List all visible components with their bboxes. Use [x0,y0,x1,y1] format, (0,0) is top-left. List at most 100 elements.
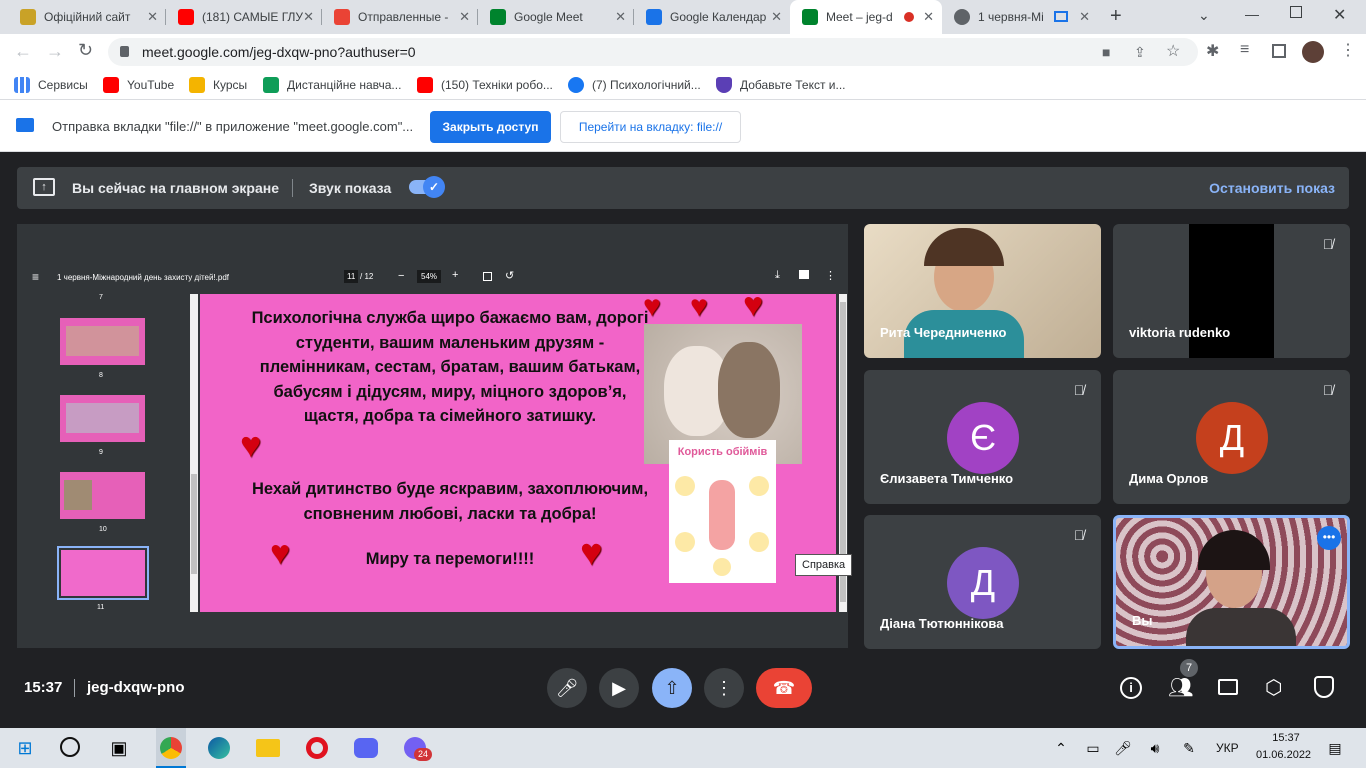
bookmark-youtube[interactable]: YouTube [103,77,174,93]
participant-tile[interactable]: Рита Чередниченко [864,224,1101,358]
pen-icon[interactable]: ✎ [1176,736,1202,760]
notifications-icon[interactable]: ▤ [1322,736,1348,760]
present-button[interactable]: ⇧ [652,668,692,708]
windows-start-icon[interactable]: ⊞ [12,736,38,760]
people-icon[interactable]: 👥︎ [1168,675,1193,700]
side-panel-icon[interactable] [1272,44,1286,58]
bookmark-add-text[interactable]: Добавьте Текст и... [716,77,846,93]
language-indicator[interactable]: УКР [1216,741,1239,755]
zoom-level[interactable]: 54% [417,270,442,283]
zoom-out-icon[interactable]: − [398,270,404,282]
host-controls-icon[interactable] [1314,676,1334,698]
camera-button[interactable]: ▶︎ [599,668,639,708]
tooltip: Справка [795,554,853,576]
fit-page-icon[interactable] [483,272,492,281]
tab-4[interactable]: Google Meet ✕ [478,0,634,34]
tab-5[interactable]: Google Календар ✕ [634,0,790,34]
tab-7[interactable]: 1 червня-Мі ✕ [942,0,1098,34]
go-to-tab-button[interactable]: Перейти на вкладку: file:// [560,111,741,143]
sound-toggle[interactable]: ✓ [409,176,445,198]
task-view-icon[interactable]: ▣ [106,736,132,760]
tab-sharing-bar: Отправка вкладки "file://" в приложение … [0,100,1366,152]
close-icon[interactable]: ✕ [771,9,782,25]
avatar[interactable] [1302,41,1324,63]
media-icon[interactable]: ≡ [1240,41,1249,59]
close-icon[interactable]: ✕ [923,9,934,25]
tab-active[interactable]: Meet – jeg-d ✕ [790,0,942,34]
thumbnail[interactable] [60,472,145,519]
thumbnail[interactable] [60,395,145,442]
participant-tile[interactable]: Є 🎙̸ Єлизавета Тимченко [864,370,1101,504]
search-icon[interactable] [60,737,80,757]
camera-icon[interactable]: ■ [1102,38,1110,66]
stop-presenting-button[interactable]: Остановить показ [1209,180,1335,196]
facebook-icon [568,77,584,93]
activities-icon[interactable]: ⬡ [1265,675,1282,700]
chat-icon[interactable] [1218,679,1238,695]
participant-tile[interactable]: Д 🎙̸ Дима Орлов [1113,370,1350,504]
back-icon[interactable]: ← [14,41,32,62]
file-explorer-icon[interactable] [256,739,280,757]
download-icon[interactable]: ⤓ [775,269,780,282]
tab-2[interactable]: (181) САМЫЕ ГЛУ ✕ [166,0,322,34]
microphone-button[interactable]: 🎤︎ [547,668,587,708]
more-options-button[interactable]: ⋮ [704,668,744,708]
tab-1[interactable]: Офіційний сайт ✕ [8,0,166,34]
more-icon[interactable]: ⋮ [825,269,836,282]
new-tab-icon[interactable]: + [1110,5,1122,28]
menu-icon[interactable]: ⋮ [1340,40,1356,60]
volume-icon[interactable]: 🔊︎ [1142,736,1168,760]
video-camera-icon: ▶︎ [612,678,626,698]
bookmark-label: Сервисы [38,78,88,92]
presenting-bar: ↑ Вы сейчас на главном экране Звук показ… [17,167,1349,209]
tab-title: Отправленные - [358,10,449,24]
close-icon[interactable]: ✕ [303,9,314,25]
battery-icon[interactable]: ▭ [1080,736,1106,760]
print-icon[interactable] [799,270,809,279]
restore-icon[interactable] [1290,6,1302,18]
star-icon[interactable]: ☆ [1166,38,1180,66]
participant-tile[interactable]: 🎙̸ viktoria rudenko [1113,224,1350,358]
address-bar[interactable]: meet.google.com/jeg-dxqw-pno?authuser=0 … [108,38,1198,66]
close-icon[interactable]: ✕ [459,9,470,25]
zoom-in-icon[interactable]: + [452,269,458,281]
info-icon[interactable]: i [1120,677,1142,699]
extensions-icon[interactable]: ✱ [1206,41,1219,61]
self-tile[interactable]: ••• Вы [1113,515,1350,649]
chrome-taskbar-button[interactable] [156,728,186,768]
thumbnail[interactable] [60,318,145,365]
clock-time[interactable]: 15:37 [1266,732,1306,744]
youtube-icon [103,77,119,93]
scrollbar[interactable] [190,294,198,612]
tab-title: 1 червня-Мі [978,10,1044,24]
close-icon[interactable]: ✕ [615,9,626,25]
minimize-icon[interactable]: — [1245,6,1259,22]
thumbnail-active[interactable] [57,546,149,600]
bookmark-techniques[interactable]: (150) Техніки робо... [417,77,553,93]
sharing-message: Отправка вкладки "file://" в приложение … [52,119,414,134]
stop-sharing-button[interactable]: Закрыть доступ [430,111,551,143]
rotate-icon[interactable]: ↺ [505,269,514,282]
menu-icon[interactable]: ≡ [32,270,39,284]
bookmark-psychology[interactable]: (7) Психологічний... [568,77,701,93]
bookmark-courses[interactable]: Курсы [189,77,247,93]
opera-icon[interactable] [306,737,328,759]
close-icon[interactable]: ✕ [1079,9,1090,25]
discord-icon[interactable] [354,738,378,758]
tab-search-icon[interactable]: ⌄ [1198,7,1210,24]
window-close-icon[interactable]: ✕ [1333,5,1346,25]
forward-icon[interactable]: → [46,41,64,62]
participant-tile[interactable]: Д 🎙̸ Діана Тютюннікова [864,515,1101,649]
page-input[interactable]: 11 [344,270,359,283]
tab-3[interactable]: Отправленные - ✕ [322,0,478,34]
reload-icon[interactable]: ↻ [78,40,93,61]
close-icon[interactable]: ✕ [147,9,158,25]
bookmark-apps[interactable]: Сервисы [14,77,88,93]
clock-date[interactable]: 01.06.2022 [1256,749,1311,761]
share-icon[interactable]: ⇪ [1134,38,1146,66]
leave-call-button[interactable]: ☎︎ [756,668,812,708]
microphone-tray-icon[interactable]: 🎤︎ [1110,736,1136,760]
bookmark-distance[interactable]: Дистанційне навча... [263,77,401,93]
edge-icon[interactable] [208,737,230,759]
chevron-up-icon[interactable]: ⌃ [1048,736,1074,760]
